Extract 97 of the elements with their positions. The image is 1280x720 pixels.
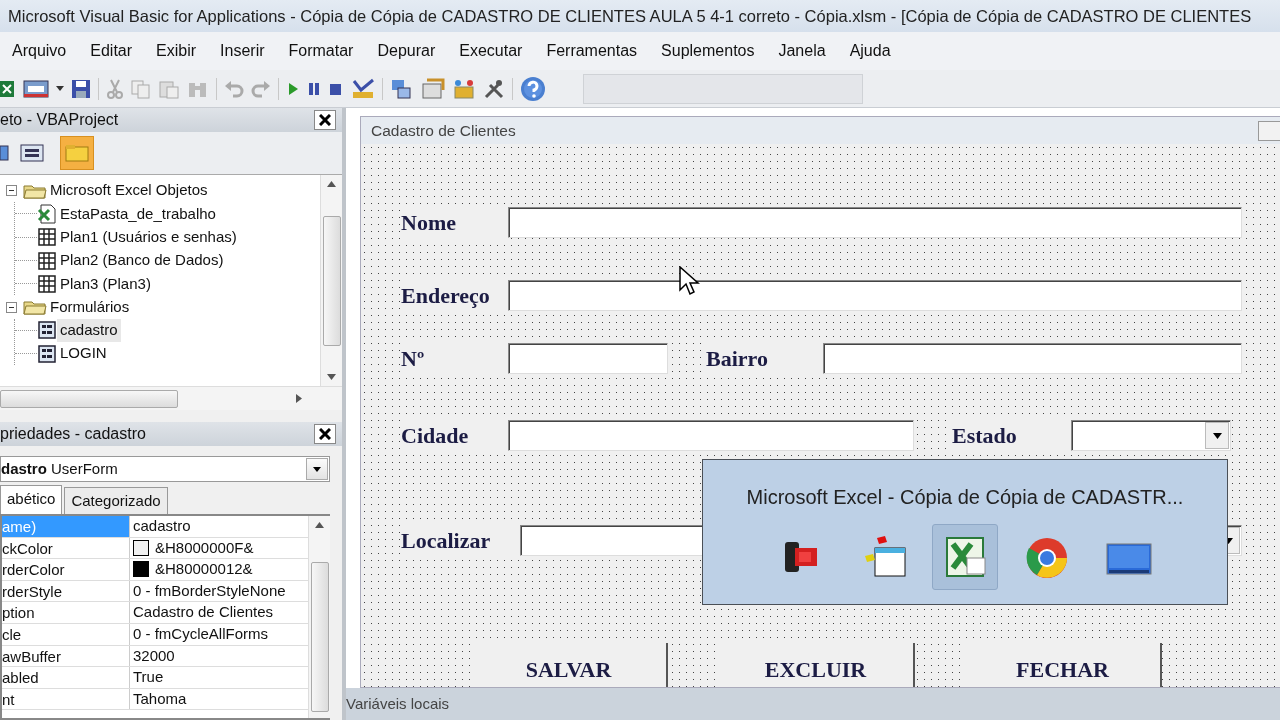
input-field[interactable] — [823, 343, 1242, 374]
property-value[interactable]: cadastro — [133, 515, 191, 538]
view-code-icon[interactable] — [0, 143, 10, 163]
tree-item[interactable]: Microsoft Excel Objetos — [47, 179, 211, 202]
userform-icon — [37, 320, 57, 341]
close-icon — [319, 114, 331, 126]
object-type: UserForm — [51, 459, 118, 477]
toggle-folders-button[interactable] — [60, 136, 94, 170]
caret-icon — [313, 466, 321, 472]
caret-icon — [1212, 432, 1222, 439]
tree-item[interactable]: Plan2 (Banco de Dados) — [57, 249, 227, 272]
property-name[interactable]: ckColor — [2, 537, 130, 559]
caret-icon[interactable] — [56, 86, 64, 91]
scroll-up-icon[interactable] — [327, 181, 336, 187]
help-icon[interactable] — [520, 75, 546, 102]
tree-item[interactable]: Plan3 (Plan3) — [57, 272, 154, 296]
property-value[interactable]: Tahoma — [133, 687, 187, 711]
property-value[interactable]: &H8000000F& — [155, 536, 254, 560]
field-label: Localizar — [401, 524, 520, 557]
close-icon — [319, 428, 331, 440]
menu-item[interactable]: Inserir — [208, 39, 277, 63]
close-button[interactable] — [314, 110, 336, 130]
toolbox-icon[interactable] — [452, 77, 476, 100]
property-value[interactable]: 32000 — [133, 644, 175, 668]
window-title: Microsoft Visual Basic for Applications - Cópia de Cópia de CADASTRO DE CLIENTES AULA 5 4-1 correto - Cópia.xlsm - [Cópia de Cópia de CADASTRO DE CLIENTES — [8, 5, 1252, 27]
form-button[interactable]: EXCLUIR — [718, 643, 915, 687]
property-value[interactable]: 0 - fmBorderStyleNone — [133, 579, 286, 603]
property-name[interactable]: cle — [2, 623, 130, 645]
tab[interactable]: Categorizado — [64, 486, 168, 514]
menu-item[interactable]: Janela — [766, 39, 838, 63]
menu-item[interactable]: Arquivo — [0, 39, 79, 63]
preview-title: Microsoft Excel - Cópia de Cópia de CADASTR... — [746, 485, 1184, 510]
field-label: Endereço — [401, 279, 508, 312]
field-label: Cidade — [401, 419, 508, 452]
menu-item[interactable]: Suplementos — [649, 39, 767, 63]
property-value[interactable]: Cadastro de Clientes — [133, 601, 274, 624]
folder-icon — [23, 298, 47, 317]
menu-item[interactable]: Ferramentas — [534, 39, 650, 63]
input-field[interactable] — [508, 207, 1242, 238]
tools-icon[interactable] — [483, 77, 505, 100]
menu-item[interactable]: Exibir — [144, 39, 209, 63]
object-dropdown[interactable]: dastro UserForm — [0, 456, 330, 482]
expander-icon[interactable] — [6, 185, 17, 197]
property-value[interactable]: 0 - fmCycleAllForms — [133, 623, 268, 646]
property-name[interactable]: ption — [2, 602, 130, 623]
tree-item[interactable]: Plan1 (Usuários e senhas) — [57, 226, 240, 249]
panel-title: priedades - cadastro — [0, 424, 146, 444]
form-title: Cadastro de Clientes — [371, 120, 516, 141]
menu-item[interactable]: Ajuda — [837, 39, 903, 63]
expander-icon[interactable] — [6, 301, 17, 313]
menu-item[interactable]: Executar — [447, 39, 535, 63]
worksheet-icon — [37, 227, 57, 248]
input-field[interactable] — [508, 420, 914, 451]
scrollbar[interactable] — [0, 386, 342, 410]
panel-title: eto - VBAProject — [0, 110, 119, 130]
field-label: Bairro — [706, 342, 823, 375]
worksheet-icon — [37, 273, 57, 294]
menu-item[interactable]: Depurar — [365, 39, 448, 63]
menu-item[interactable]: Formatar — [276, 39, 366, 63]
menu-item[interactable]: Editar — [78, 39, 145, 63]
property-name[interactable]: rderStyle — [2, 580, 130, 602]
worksheet-icon — [37, 250, 57, 271]
property-name[interactable]: rderColor — [2, 559, 130, 580]
scrollbar[interactable] — [320, 175, 342, 386]
view-object-icon[interactable] — [20, 143, 44, 163]
property-value[interactable]: True — [133, 666, 164, 689]
excel-icon[interactable] — [0, 78, 16, 99]
scroll-up-icon[interactable] — [315, 522, 324, 528]
userform-icon — [37, 343, 57, 364]
dropdown-field[interactable] — [1071, 420, 1231, 451]
cursor-icon — [679, 266, 701, 296]
workbook-icon — [37, 203, 57, 224]
folder-icon — [65, 144, 89, 162]
tree-item[interactable]: LOGIN — [57, 342, 110, 365]
tree-item[interactable]: EstaPasta_de_trabalho — [57, 202, 219, 226]
form-button[interactable]: FECHAR — [965, 643, 1162, 687]
tree-item[interactable]: Formulários — [47, 295, 133, 319]
tab[interactable]: abético — [0, 484, 63, 514]
property-name[interactable]: abled — [2, 667, 130, 688]
scrollbar[interactable] — [308, 516, 330, 718]
status-label: Variáveis locais — [346, 693, 450, 714]
project-explorer-icon[interactable] — [390, 77, 414, 100]
object-name: dastro — [1, 459, 47, 477]
tree-item[interactable]: cadastro — [57, 319, 121, 342]
design-mode-icon[interactable] — [351, 77, 375, 100]
input-field[interactable] — [508, 280, 1242, 311]
save-icon[interactable] — [71, 78, 91, 99]
property-value[interactable]: &H80000012& — [155, 558, 253, 581]
property-name[interactable]: awBuffer — [2, 645, 130, 667]
field-label: Nº — [401, 342, 508, 375]
input-field[interactable] — [508, 343, 668, 374]
property-name[interactable]: nt — [2, 688, 130, 710]
form-icon[interactable] — [23, 78, 49, 99]
window-thumbnail[interactable] — [932, 524, 998, 590]
close-button[interactable] — [314, 424, 336, 444]
scroll-down-icon[interactable] — [327, 374, 336, 380]
scroll-right-icon[interactable] — [296, 394, 302, 403]
